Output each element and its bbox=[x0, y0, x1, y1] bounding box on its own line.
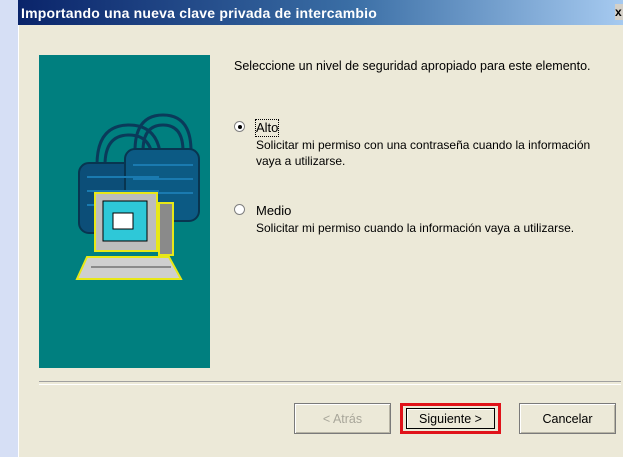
instruction-text: Seleccione un nivel de seguridad apropia… bbox=[234, 59, 591, 73]
option-high-label[interactable]: Alto bbox=[254, 119, 280, 137]
separator bbox=[39, 381, 621, 385]
security-level-panel: Seleccione un nivel de seguridad apropia… bbox=[234, 58, 619, 235]
next-button-label: Siguiente > bbox=[406, 408, 495, 429]
radio-high[interactable] bbox=[234, 121, 245, 132]
close-button[interactable]: x bbox=[615, 4, 623, 20]
back-button[interactable]: < Atrás bbox=[294, 403, 391, 434]
wizard-illustration bbox=[39, 55, 210, 368]
option-high-description: Solicitar mi permiso con una contraseña … bbox=[256, 138, 591, 168]
import-key-dialog: Importando una nueva clave privada de in… bbox=[18, 0, 623, 457]
title-bar[interactable]: Importando una nueva clave privada de in… bbox=[18, 0, 623, 25]
cancel-button[interactable]: Cancelar bbox=[519, 403, 616, 434]
padlock-computer-icon bbox=[75, 113, 200, 280]
next-button[interactable]: Siguiente > bbox=[400, 403, 501, 434]
option-medium-label[interactable]: Medio bbox=[256, 203, 291, 219]
option-medium-description: Solicitar mi permiso cuando la informaci… bbox=[256, 221, 575, 235]
radio-medium[interactable] bbox=[234, 204, 245, 215]
window-title: Importando una nueva clave privada de in… bbox=[21, 4, 378, 21]
